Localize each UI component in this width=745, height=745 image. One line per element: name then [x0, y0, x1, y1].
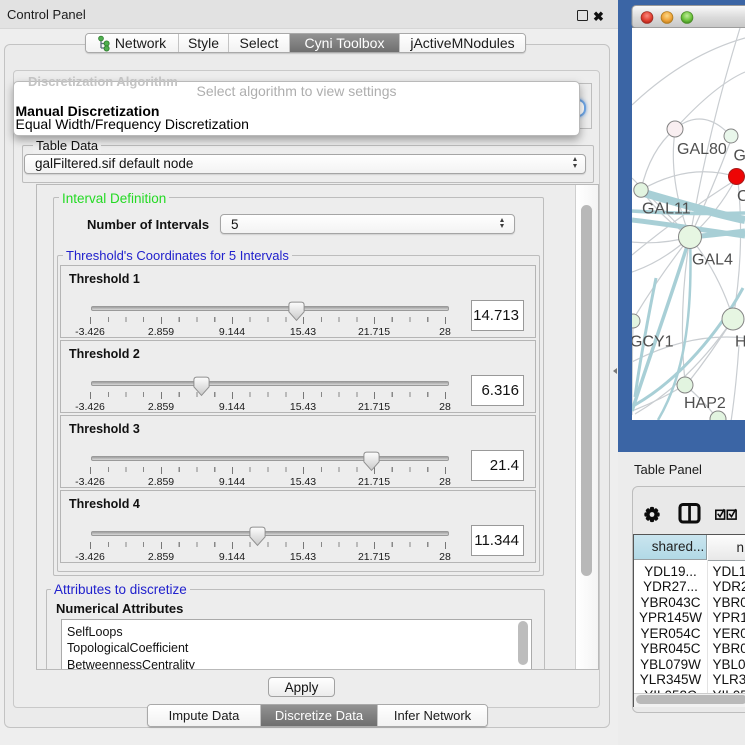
svg-text:H: H — [735, 334, 745, 351]
svg-text:HAP2: HAP2 — [684, 395, 726, 412]
svg-text:C: C — [737, 188, 745, 205]
svg-text:GAL11: GAL11 — [642, 201, 691, 218]
svg-text:GAL4: GAL4 — [692, 252, 733, 269]
svg-text:GCY1: GCY1 — [630, 334, 674, 351]
svg-text:GAL80: GAL80 — [677, 141, 727, 158]
svg-text:GA: GA — [734, 148, 745, 165]
